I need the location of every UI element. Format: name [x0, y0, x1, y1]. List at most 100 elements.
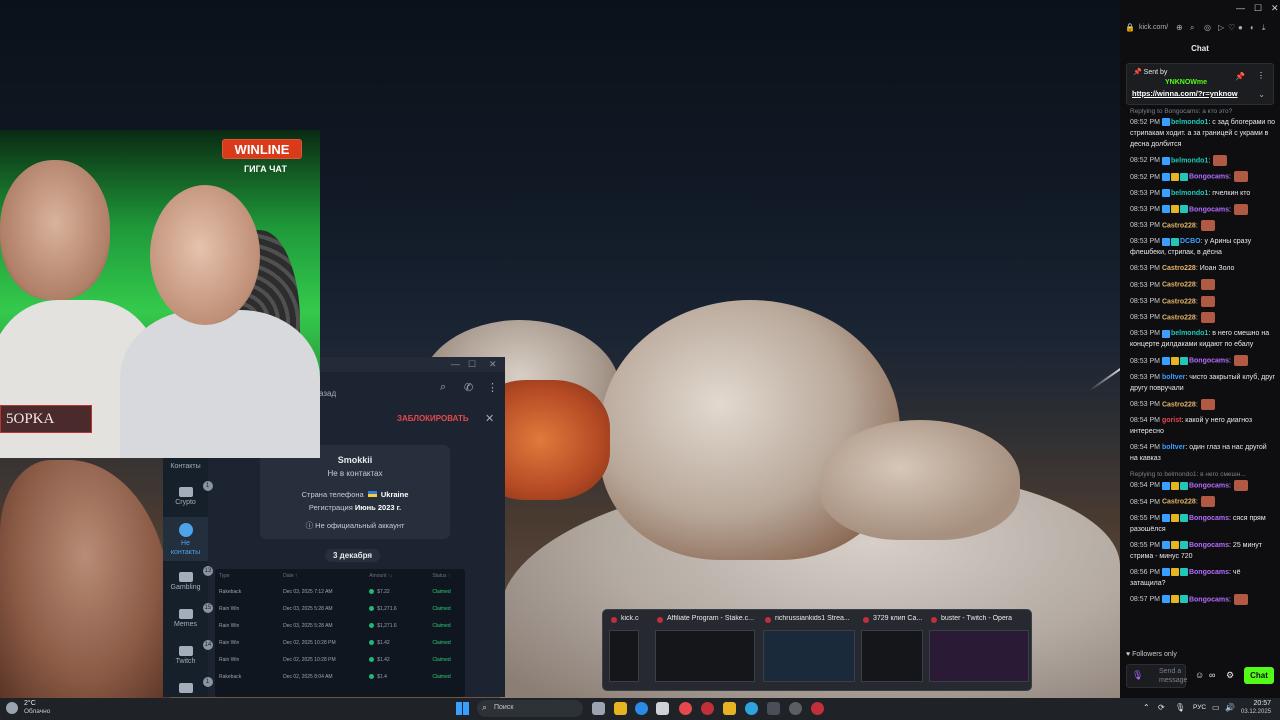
pinned-user[interactable]: YNKNOWme [1165, 79, 1207, 86]
task-view-icon[interactable] [592, 702, 605, 715]
chat-message[interactable]: 08:54 PM gorist: какой у него диагноз инт… [1130, 415, 1276, 437]
chat-message[interactable]: 08:53 PM Bongocams: [1130, 203, 1276, 215]
app-icon[interactable] [723, 702, 736, 715]
chat-message[interactable]: 08:56 PM Bongocams: чё затащила? [1130, 567, 1276, 589]
message-username[interactable]: boltver [1162, 374, 1185, 381]
weather-widget[interactable]: 2°C Облачно [24, 700, 50, 716]
close-icon[interactable]: ✕ [1271, 3, 1279, 14]
chat-message[interactable]: 08:54 PM Castro228: [1130, 496, 1276, 508]
opera-gx-icon[interactable] [811, 702, 824, 715]
folder-contacts[interactable]: Контакты [163, 463, 208, 470]
chevron-down-icon[interactable]: ⌄ [1258, 90, 1265, 99]
sync-icon[interactable]: ◎ [1204, 23, 1211, 32]
terminal-icon[interactable] [767, 702, 780, 715]
mic-icon[interactable]: 🎙 [1132, 670, 1143, 681]
chat-message[interactable]: Replying to belmondo1: в него смешн... 08… [1130, 469, 1276, 492]
search-icon[interactable]: ⌕ [1190, 23, 1194, 33]
message-username[interactable]: belmondo1 [1171, 119, 1208, 126]
minimize-icon[interactable]: — [451, 359, 460, 369]
play-icon[interactable]: ▷ [1218, 23, 1224, 32]
more-icon[interactable]: ⋮ [487, 381, 498, 394]
phone-icon[interactable]: ✆ [464, 381, 473, 394]
search-icon[interactable]: ⌕ [440, 381, 446, 394]
chat-message[interactable]: 08:53 PM Castro228: [1130, 295, 1276, 307]
chat-message[interactable]: 08:53 PM boltver: чисто закрытый клуб, др… [1130, 372, 1276, 394]
sync-icon[interactable]: ⟳ [1158, 703, 1165, 712]
message-username[interactable]: Bongocams [1189, 515, 1229, 522]
preview-window[interactable]: richrussiankids1 Strea... [763, 615, 855, 687]
message-username[interactable]: belmondo1 [1171, 330, 1208, 337]
message-username[interactable]: Bongocams [1189, 596, 1229, 603]
more-icon[interactable]: ⋮ [1257, 71, 1265, 80]
chat-send-button[interactable]: Chat [1244, 667, 1274, 684]
chat-message[interactable]: 08:53 PM Castro228: [1130, 279, 1276, 291]
language-indicator[interactable]: РУС [1193, 704, 1206, 711]
address-url[interactable]: kick.com/ [1139, 24, 1168, 31]
extension-icon[interactable]: ◐ [1250, 23, 1255, 32]
table-row[interactable]: Rain Win Dec 03, 2025 5:28 AM $1,271.6 Clai… [215, 617, 465, 634]
opera-icon[interactable] [701, 702, 714, 715]
speaker-icon[interactable]: 🔊 [1225, 703, 1235, 712]
chat-message[interactable]: 08:55 PM Bongocams: 25 минут стрима - мин… [1130, 540, 1276, 562]
chat-message[interactable]: 08:57 PM Bongocams: [1130, 593, 1276, 605]
pinned-message[interactable]: 📌 Sent by YNKNOWme https://winna.com/?r=… [1126, 63, 1274, 105]
chat-message[interactable]: 08:53 PM belmondo1: пчелкин кто [1130, 188, 1276, 199]
chat-message[interactable]: 08:55 PM Bongocams: сяся прям разошёлся [1130, 513, 1276, 535]
message-username[interactable]: Bongocams [1189, 358, 1229, 365]
monitor-icon[interactable]: ▭ [1212, 703, 1220, 712]
message-username[interactable]: belmondo1 [1171, 190, 1208, 197]
chat-message[interactable]: 08:53 PM Castro228: Иоан Золо [1130, 263, 1276, 274]
message-username[interactable]: gorist [1162, 417, 1181, 424]
chat-message[interactable]: 08:53 PM Castro228: [1130, 220, 1276, 232]
message-username[interactable]: boltver [1162, 444, 1185, 451]
message-username[interactable]: Castro228 [1162, 298, 1196, 305]
block-button[interactable]: ЗАБЛОКИРОВАТЬ [397, 414, 469, 423]
bookmark-icon[interactable]: ♡ [1228, 23, 1235, 32]
message-username[interactable]: Bongocams [1189, 542, 1229, 549]
message-username[interactable]: Bongocams [1189, 206, 1229, 213]
message-username[interactable]: Castro228 [1162, 282, 1196, 289]
folder-crypto[interactable]: 1 Crypto [163, 481, 213, 506]
chat-message[interactable]: 08:52 PM Bongocams: [1130, 171, 1276, 183]
table-row[interactable]: Rakeback Dec 03, 2025 7:12 AM $7.22 Claimed [215, 583, 465, 600]
preview-window[interactable]: kick.co... [609, 615, 639, 687]
message-username[interactable]: Castro228 [1162, 222, 1196, 229]
chat-message[interactable]: 08:54 PM boltver: один глаз на нас другой… [1130, 442, 1276, 464]
folder-memes[interactable]: 15 Memes [163, 603, 214, 628]
message-username[interactable]: Castro228 [1162, 314, 1196, 321]
taskbar-clock[interactable]: 20:57 03.12.2025 [1241, 699, 1271, 717]
edge-icon[interactable] [635, 702, 648, 715]
chat-message[interactable]: Replying to Bongocams: а кто это? 08:52 P… [1130, 106, 1276, 150]
table-row[interactable]: Rain Win Dec 02, 2025 10:28 PM $1.42 Claime… [215, 634, 465, 651]
preview-window[interactable]: 3729 клип Ca... [861, 615, 923, 687]
pin-icon[interactable]: 📌 [1235, 72, 1245, 81]
message-username[interactable]: Bongocams [1189, 482, 1229, 489]
windows-start-icon[interactable] [456, 702, 469, 715]
chat-message[interactable]: 08:53 PM Castro228: [1130, 398, 1276, 410]
chat-message[interactable]: 08:53 PM Castro228: [1130, 312, 1276, 324]
message-username[interactable]: Castro228 [1162, 401, 1196, 408]
store-icon[interactable] [656, 702, 669, 715]
emote-icon[interactable]: ☺ [1195, 670, 1204, 680]
folder-more[interactable]: 1 [163, 677, 213, 695]
chat-message[interactable]: 08:53 PM Bongocams: [1130, 355, 1276, 367]
minimize-icon[interactable]: — [1236, 3, 1245, 13]
folder-twitch[interactable]: 14 Twitch [163, 640, 214, 665]
chat-message[interactable]: 08:53 PM belmondo1: в него смешно на конц… [1130, 328, 1276, 350]
table-row[interactable]: Rain Win Dec 03, 2025 5:28 AM $1,271.6 Clai… [215, 600, 465, 617]
chat-message[interactable]: 08:52 PM belmondo1: [1130, 155, 1276, 166]
message-username[interactable]: DCBO [1180, 238, 1201, 245]
message-username[interactable]: Bongocams [1189, 569, 1229, 576]
close-icon[interactable]: ✕ [489, 359, 497, 370]
telegram-icon[interactable] [745, 702, 758, 715]
record-icon[interactable]: ● [1238, 23, 1243, 32]
browser-address-bar[interactable]: 🔒 kick.com/ ⊕ ⌕ ◎ ▷ ♡ ● ◐ ⤓ [1120, 20, 1280, 38]
message-username[interactable]: belmondo1 [1171, 157, 1208, 164]
message-username[interactable]: Castro228 [1162, 265, 1196, 272]
maximize-icon[interactable]: ☐ [468, 359, 476, 370]
file-explorer-icon[interactable] [614, 702, 627, 715]
table-row[interactable]: Rakeback Dec 02, 2025 8:04 AM $1.4 Claimed [215, 668, 465, 685]
pinned-link[interactable]: https://winna.com/?r=ynknow [1132, 89, 1238, 98]
close-icon[interactable]: ✕ [485, 412, 494, 425]
message-username[interactable]: Bongocams [1189, 174, 1229, 181]
